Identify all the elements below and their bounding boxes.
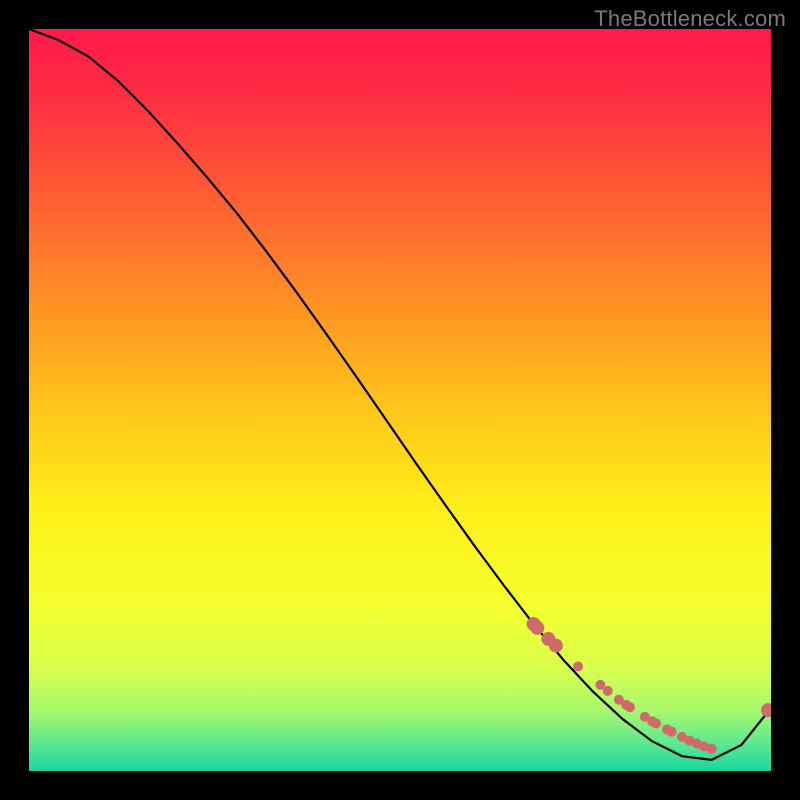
data-marker [651,719,661,729]
data-marker [667,727,677,737]
chart-stage: TheBottleneck.com [0,0,800,800]
data-marker [530,621,544,635]
gradient-background [29,29,771,771]
chart-plot-area [29,29,771,771]
chart-svg [29,29,771,771]
data-marker [707,744,717,754]
data-marker [549,639,563,653]
data-marker [603,686,613,696]
data-marker [573,661,583,671]
data-marker [625,702,635,712]
